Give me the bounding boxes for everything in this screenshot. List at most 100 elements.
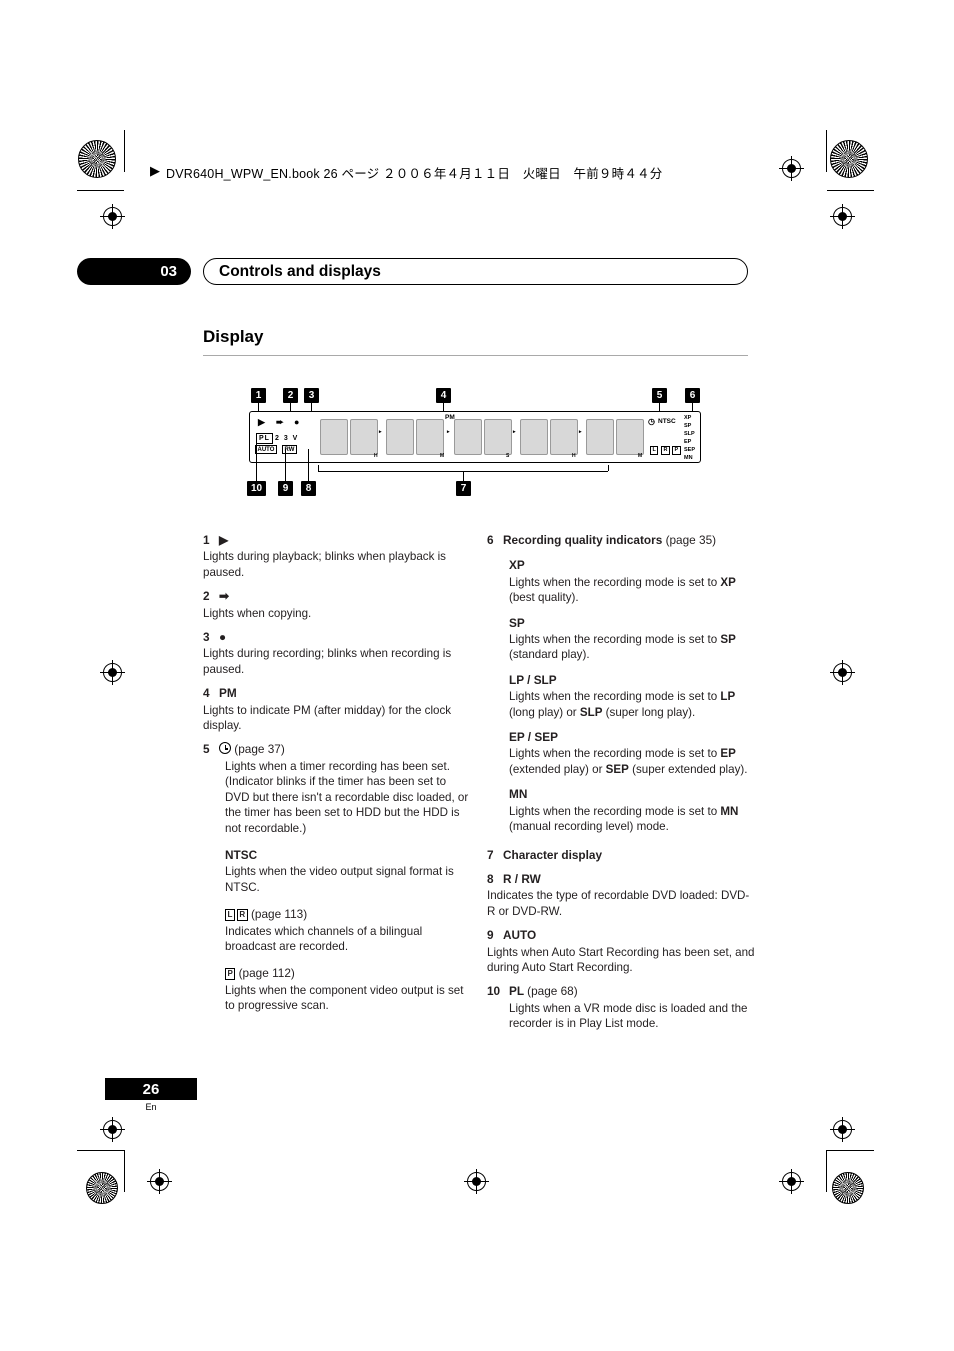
unit-label-m1: M bbox=[440, 453, 445, 459]
subitem-sp: SP Lights when the recording mode is set… bbox=[509, 616, 757, 663]
subitem-lp-slp: LP / SLP Lights when the recording mode … bbox=[509, 673, 757, 720]
crop-mark-top-right-vertical bbox=[826, 130, 827, 172]
l-channel-indicator: L bbox=[650, 446, 659, 455]
item-1-body: Lights during playback; blinks when play… bbox=[203, 550, 446, 579]
lp-slp-body-bold: LP bbox=[720, 690, 736, 704]
list-item-ntsc: NTSC Lights when the video output signal… bbox=[225, 848, 473, 895]
character-digit bbox=[386, 419, 414, 455]
item-6-page-ref: (page 35) bbox=[665, 533, 717, 547]
leader-line-8 bbox=[308, 449, 309, 481]
crop-mark-top-right-horizontal bbox=[827, 190, 874, 191]
item-6-number: 6 bbox=[487, 533, 494, 547]
left-text-column: 1 ▶ Lights during playback; blinks when p… bbox=[203, 533, 473, 1023]
ep-sep-body-bold2: SEP bbox=[605, 762, 629, 776]
registration-target-bottom-left bbox=[100, 1117, 125, 1142]
leader-line-7 bbox=[463, 471, 464, 481]
item-1-heading: 1 ▶ bbox=[203, 533, 473, 548]
header-arrow-icon: ▶ bbox=[150, 163, 160, 178]
list-item-5: 5 (page 37) Lights when a timer recordin… bbox=[203, 742, 473, 835]
mn-indicator: MN bbox=[684, 455, 693, 461]
lr-page-ref: (page 113) bbox=[250, 907, 308, 922]
item-1-title: ▶ bbox=[219, 533, 229, 547]
unit-label-h2: H bbox=[572, 453, 576, 459]
r-channel-icon: R bbox=[236, 909, 248, 922]
item-6-title: Recording quality indicators bbox=[503, 533, 663, 547]
crop-mark-top-left-vertical bbox=[124, 130, 125, 172]
lr-heading: LR (page 113) bbox=[225, 907, 473, 922]
registration-starburst-bottom-right bbox=[832, 1172, 864, 1204]
registration-starburst-top-left bbox=[78, 140, 116, 178]
page-title: Display bbox=[203, 327, 264, 346]
character-digit bbox=[616, 419, 644, 455]
sep-indicator: SEP bbox=[684, 447, 696, 453]
item-7-number: 7 bbox=[487, 847, 494, 862]
list-item-1: 1 ▶ Lights during playback; blinks when p… bbox=[203, 533, 473, 580]
play-indicator-icon: ▶ bbox=[258, 417, 265, 427]
item-6-heading: 6 Recording quality indicators (page 35) bbox=[487, 533, 757, 548]
r-channel-indicator: R bbox=[661, 446, 670, 455]
ntsc-body: Lights when the video output signal form… bbox=[225, 865, 454, 894]
pl-indicator: PL bbox=[256, 433, 273, 444]
unit-label-s: S bbox=[506, 453, 510, 459]
item-3-body: Lights during recording; blinks when rec… bbox=[203, 647, 452, 676]
sp-body-post: (standard play). bbox=[509, 648, 590, 662]
right-text-column: 6 Recording quality indicators (page 35) … bbox=[487, 533, 757, 1041]
item-8-title: R / RW bbox=[503, 871, 541, 886]
subitem-mn: MN Lights when the recording mode is set… bbox=[509, 787, 757, 834]
item-4-number: 4 bbox=[203, 686, 210, 701]
xp-body-bold: XP bbox=[720, 575, 736, 589]
ep-sep-body-pre: Lights when the recording mode is set to bbox=[509, 747, 721, 761]
lr-body: Indicates which channels of a bilingual … bbox=[225, 924, 423, 953]
item-7-title: Character display bbox=[503, 847, 603, 862]
crop-mark-bottom-left-vertical bbox=[124, 1150, 125, 1192]
mn-body-bold: MN bbox=[720, 804, 739, 818]
item-7-heading: 7 Character display bbox=[487, 848, 757, 863]
item-5-heading: 5 (page 37) bbox=[203, 742, 473, 757]
list-item-9: 9 AUTO Lights when Auto Start Recording h… bbox=[487, 928, 757, 975]
item-10-number: 10 bbox=[487, 984, 501, 999]
callout-8: 8 bbox=[301, 481, 316, 496]
chapter-number-badge: 03 bbox=[77, 258, 191, 285]
item-2-heading: 2 ➡ bbox=[203, 589, 473, 604]
xp-heading: XP bbox=[509, 558, 525, 573]
progressive-page-ref: (page 112) bbox=[238, 966, 295, 981]
registration-target-bottom-center bbox=[464, 1169, 489, 1194]
l-channel-icon: L bbox=[225, 909, 235, 922]
item-10-title: PL bbox=[509, 984, 524, 999]
unit-label-m2: M bbox=[638, 453, 643, 459]
item-4-body: Lights to indicate PM (after midday) for… bbox=[203, 703, 452, 733]
record-indicator-icon: ● bbox=[294, 417, 300, 427]
auto-indicator: AUTO bbox=[255, 445, 277, 454]
xp-indicator: XP bbox=[684, 415, 692, 421]
progressive-heading: P (page 112) bbox=[225, 966, 473, 981]
lp-slp-heading: LP / SLP bbox=[509, 672, 557, 687]
list-item-6: 6 Recording quality indicators (page 35) bbox=[487, 533, 757, 548]
ep-sep-body-post: (super extended play). bbox=[628, 762, 748, 776]
leader-line-10 bbox=[256, 437, 257, 481]
callout-5: 5 bbox=[652, 388, 667, 403]
item-3-number: 3 bbox=[203, 630, 210, 645]
colon-separator: ▸ bbox=[513, 429, 516, 435]
front-panel-display: ▶ ➨ ● PL 2 3 V AUTO RW ▸ ▸ ▸ ▸ PM H M S … bbox=[249, 411, 701, 463]
registration-starburst-bottom-left bbox=[86, 1172, 118, 1204]
item-3-heading: 3 ● bbox=[203, 630, 473, 645]
callout-1: 1 bbox=[251, 388, 266, 403]
xp-body-post: (best quality). bbox=[509, 591, 579, 605]
xp-body-pre: Lights when the recording mode is set to bbox=[509, 575, 721, 589]
timer-clock-icon bbox=[219, 742, 231, 755]
lp-slp-body-pre: Lights when the recording mode is set to bbox=[509, 690, 721, 704]
item-5-page-ref: (page 37) bbox=[234, 742, 285, 757]
crop-mark-bottom-right-vertical bbox=[826, 1150, 827, 1192]
slp-indicator: SLP bbox=[684, 431, 695, 437]
ep-indicator: EP bbox=[684, 439, 692, 445]
character-digit bbox=[520, 419, 548, 455]
character-digit bbox=[454, 419, 482, 455]
lp-slp-body: Lights when the recording mode is set to… bbox=[509, 689, 757, 720]
callout-10: 10 bbox=[247, 481, 266, 496]
item-4-heading: 4 PM bbox=[203, 686, 473, 701]
copy-indicator-icon: ➨ bbox=[276, 417, 284, 427]
list-item-lr: LR (page 113) Indicates which channels o… bbox=[225, 907, 473, 954]
item-9-title: AUTO bbox=[503, 928, 537, 943]
mn-body-post: (manual recording level) mode. bbox=[509, 820, 669, 834]
sp-heading: SP bbox=[509, 615, 525, 630]
